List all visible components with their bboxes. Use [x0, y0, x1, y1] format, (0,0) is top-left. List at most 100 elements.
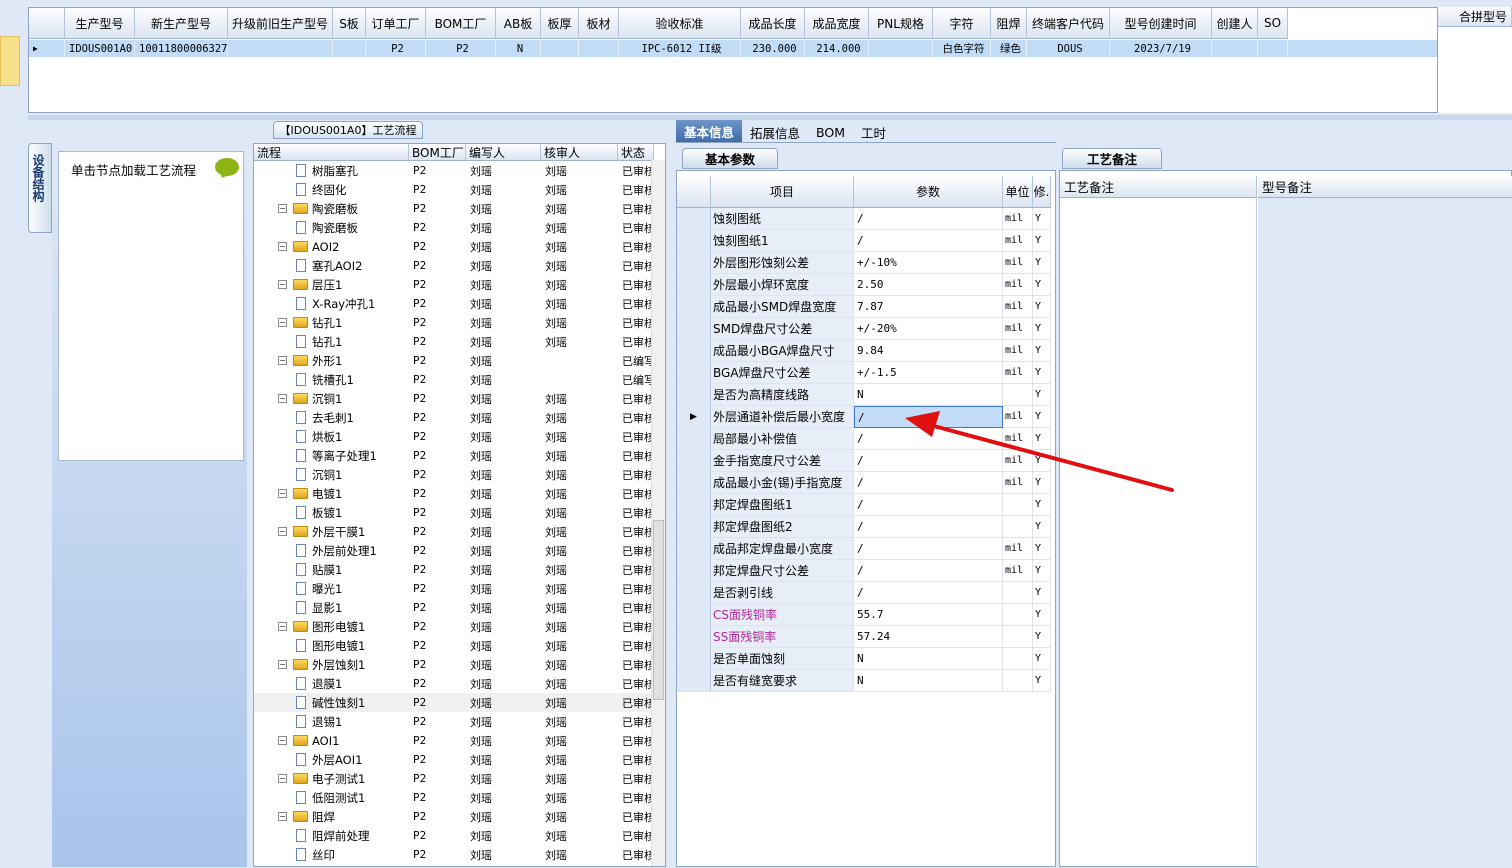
tree-col-header[interactable]: BOM工厂: [409, 144, 466, 161]
model-grid-cell[interactable]: 230.000: [741, 40, 805, 57]
process-notes-tab[interactable]: 工艺备注: [1062, 148, 1162, 169]
basic-param-row[interactable]: 成品最小SMD焊盘宽度 7.87 mil Y: [677, 296, 1051, 318]
tree-row[interactable]: 低阻测试1 P2 刘瑶 刘瑶 已审核: [254, 788, 654, 807]
param-value-input[interactable]: /: [854, 230, 1003, 252]
basic-params-tab[interactable]: 基本参数: [682, 148, 778, 169]
tree-node-cell[interactable]: 丝印: [254, 845, 409, 864]
equipment-structure-tab[interactable]: 设备结构: [28, 143, 52, 233]
tree-node-cell[interactable]: − AOI1: [254, 731, 409, 750]
collapse-icon[interactable]: −: [278, 774, 287, 783]
param-value-input[interactable]: N: [854, 384, 1003, 406]
basic-param-row[interactable]: 金手指宽度尺寸公差 / mil Y: [677, 450, 1051, 472]
tree-row[interactable]: 去毛刺1 P2 刘瑶 刘瑶 已审核: [254, 408, 654, 427]
tree-node[interactable]: 丝印: [258, 847, 335, 863]
tree-row[interactable]: 树脂塞孔 P2 刘瑶 刘瑶 已审核: [254, 161, 654, 180]
collapse-icon[interactable]: −: [278, 812, 287, 821]
param-value-input[interactable]: /: [854, 582, 1003, 604]
basic-param-row[interactable]: SMD焊盘尺寸公差 +/-20% mil Y: [677, 318, 1051, 340]
horizontal-splitter[interactable]: [28, 115, 1512, 120]
tree-node[interactable]: 图形电镀1: [258, 638, 365, 654]
model-grid-cell[interactable]: 白色字符: [933, 40, 991, 57]
model-grid-col-header[interactable]: 字符: [933, 8, 991, 39]
model-grid-col-header[interactable]: 成品宽度: [805, 8, 869, 39]
model-grid-col-header[interactable]: AB板: [496, 8, 541, 39]
param-value-input[interactable]: /: [854, 538, 1003, 560]
model-notes-area[interactable]: [1258, 198, 1512, 868]
tree-node[interactable]: 铣槽孔1: [258, 372, 354, 388]
tree-node-cell[interactable]: 显影1: [254, 598, 409, 617]
tree-row[interactable]: − 阻焊 P2 刘瑶 刘瑶 已审核: [254, 807, 654, 826]
model-grid-row[interactable]: ▶ IDOUS001A0 10011800006327 P2 P2 N IPC-6012 I…: [29, 40, 1437, 57]
tree-node-cell[interactable]: 退锡1: [254, 712, 409, 731]
tree-node-cell[interactable]: 曝光1: [254, 579, 409, 598]
tree-row[interactable]: 板镀1 P2 刘瑶 刘瑶 已审核: [254, 503, 654, 522]
tree-row[interactable]: 外层AOI1 P2 刘瑶 刘瑶 已审核: [254, 750, 654, 769]
model-grid-col-header[interactable]: 验收标准: [619, 8, 741, 39]
collapse-icon[interactable]: −: [278, 280, 287, 289]
model-grid-col-header[interactable]: S板: [333, 8, 366, 39]
param-value-input[interactable]: N: [854, 670, 1003, 692]
tree-row[interactable]: X-Ray冲孔1 P2 刘瑶 刘瑶 已审核: [254, 294, 654, 313]
collapse-icon[interactable]: −: [278, 527, 287, 536]
tree-node-cell[interactable]: 贴膜1: [254, 560, 409, 579]
tree-row[interactable]: − 陶瓷磨板 P2 刘瑶 刘瑶 已审核: [254, 199, 654, 218]
param-value-input[interactable]: /: [854, 450, 1003, 472]
tree-node[interactable]: 碱性蚀刻1: [258, 695, 365, 711]
tree-node-cell[interactable]: − 外形1: [254, 351, 409, 370]
tree-node-cell[interactable]: 终固化: [254, 180, 409, 199]
param-value-input[interactable]: 55.7: [854, 604, 1003, 626]
tree-node[interactable]: 等离子处理1: [258, 448, 377, 464]
tree-row[interactable]: − 外形1 P2 刘瑶 已编写: [254, 351, 654, 370]
tab-2[interactable]: BOM: [808, 122, 853, 142]
basic-param-row[interactable]: 是否有缝宽要求 N Y: [677, 670, 1051, 692]
collapse-icon[interactable]: −: [278, 204, 287, 213]
basic-param-row[interactable]: CS面残铜率 55.7 Y: [677, 604, 1051, 626]
tree-node-cell[interactable]: 图形电镀1: [254, 636, 409, 655]
tree-row[interactable]: − AOI1 P2 刘瑶 刘瑶 已审核: [254, 731, 654, 750]
tree-row[interactable]: 铣槽孔1 P2 刘瑶 已编写: [254, 370, 654, 389]
tree-node[interactable]: 退锡1: [258, 714, 342, 730]
tree-row[interactable]: − 沉铜1 P2 刘瑶 刘瑶 已审核: [254, 389, 654, 408]
tree-row[interactable]: − 层压1 P2 刘瑶 刘瑶 已审核: [254, 275, 654, 294]
model-grid-col-header[interactable]: 终端客户代码: [1027, 8, 1110, 39]
model-grid-col-header[interactable]: BOM工厂: [426, 8, 496, 39]
basic-param-row[interactable]: 成品邦定焊盘最小宽度 / mil Y: [677, 538, 1051, 560]
tree-node-cell[interactable]: 沉铜1: [254, 465, 409, 484]
tree-col-header[interactable]: 核审人: [541, 144, 618, 161]
tree-row[interactable]: 钻孔1 P2 刘瑶 刘瑶 已审核: [254, 332, 654, 351]
tree-node[interactable]: − 阻焊: [258, 809, 335, 825]
param-value-input[interactable]: 7.87: [854, 296, 1003, 318]
model-grid-col-header[interactable]: 生产型号: [65, 8, 135, 39]
left-edge-tab[interactable]: [0, 36, 20, 86]
tree-node[interactable]: 陶瓷磨板: [258, 220, 358, 236]
tab-1[interactable]: 拓展信息: [742, 122, 808, 142]
param-value-input[interactable]: +/-10%: [854, 252, 1003, 274]
collapse-icon[interactable]: −: [278, 622, 287, 631]
tree-node-cell[interactable]: − 图形电镀1: [254, 617, 409, 636]
model-grid-cell[interactable]: DOUS: [1027, 40, 1110, 57]
param-value-input[interactable]: /: [854, 560, 1003, 582]
basic-param-row[interactable]: 是否单面蚀刻 N Y: [677, 648, 1051, 670]
tree-row[interactable]: 碱性蚀刻1 P2 刘瑶 刘瑶 已审核: [254, 693, 654, 712]
tree-row[interactable]: − 钻孔1 P2 刘瑶 刘瑶 已审核: [254, 313, 654, 332]
model-grid-col-header[interactable]: 新生产型号: [135, 8, 228, 39]
tree-node[interactable]: − 沉铜1: [258, 391, 342, 407]
tree-row[interactable]: − 电镀1 P2 刘瑶 刘瑶 已审核: [254, 484, 654, 503]
tree-node[interactable]: 低阻测试1: [258, 790, 365, 806]
tree-node[interactable]: 贴膜1: [258, 562, 342, 578]
tree-row[interactable]: 退锡1 P2 刘瑶 刘瑶 已审核: [254, 712, 654, 731]
tree-node[interactable]: 曝光1: [258, 581, 342, 597]
basic-param-row[interactable]: 是否为高精度线路 N Y: [677, 384, 1051, 406]
collapse-icon[interactable]: −: [278, 356, 287, 365]
collapse-icon[interactable]: −: [278, 660, 287, 669]
tree-row[interactable]: 陶瓷磨板 P2 刘瑶 刘瑶 已审核: [254, 218, 654, 237]
basic-col-header[interactable]: 单位: [1003, 176, 1033, 208]
tree-node[interactable]: 阻焊前处理: [258, 828, 370, 844]
tree-row[interactable]: 阻焊前处理 P2 刘瑶 刘瑶 已审核: [254, 826, 654, 845]
basic-col-header[interactable]: 参数: [854, 176, 1003, 208]
tab-3[interactable]: 工时: [853, 122, 894, 142]
tree-node[interactable]: 塞孔AOI2: [258, 258, 362, 274]
tree-node-cell[interactable]: − AOI2: [254, 237, 409, 256]
model-grid-col-header[interactable]: 阻焊: [991, 8, 1027, 39]
param-value-input[interactable]: 2.50: [854, 274, 1003, 296]
